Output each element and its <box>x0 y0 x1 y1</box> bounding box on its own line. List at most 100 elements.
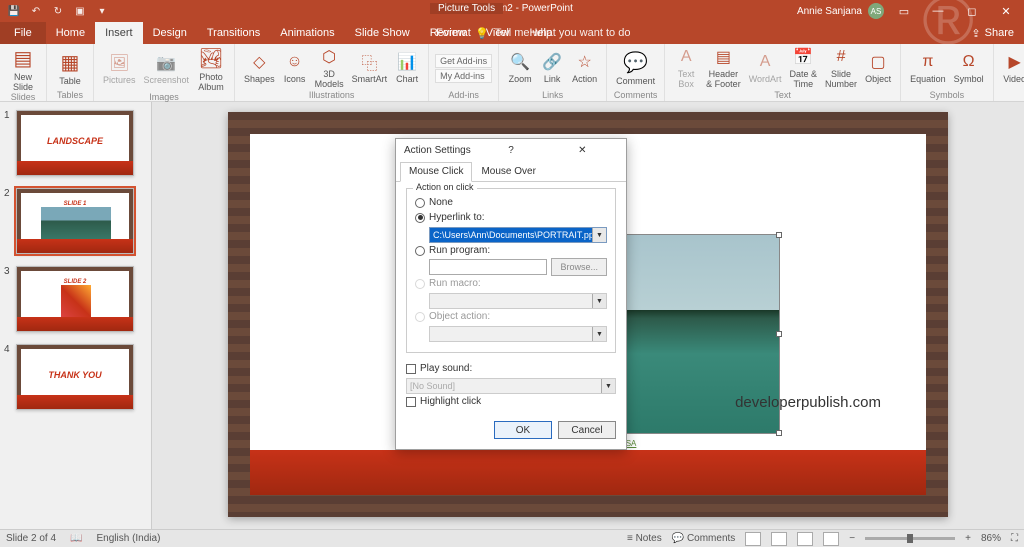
language-indicator[interactable]: English (India) <box>97 533 161 544</box>
equation-button[interactable]: πEquation <box>907 46 949 90</box>
thumb-title: THANK YOU <box>48 370 101 380</box>
group-links: Links <box>542 90 563 101</box>
spellcheck-icon[interactable]: 📖 <box>70 533 82 544</box>
chevron-down-icon[interactable]: ▼ <box>592 228 606 242</box>
slideshow-icon[interactable]: ▣ <box>74 5 86 17</box>
undo-icon[interactable]: ↶ <box>30 5 42 17</box>
tab-mouse-click[interactable]: Mouse Click <box>400 162 472 182</box>
slide-thumbnail-4[interactable]: THANK YOU <box>16 344 134 410</box>
browse-button[interactable]: Browse... <box>551 258 607 276</box>
tell-me[interactable]: 💡 Tell me what you want to do <box>475 27 630 40</box>
icons-button[interactable]: ☺Icons <box>280 46 310 90</box>
radio-icon[interactable] <box>415 198 425 208</box>
pictures-icon: 🖼 <box>109 53 129 73</box>
slide-thumbnail-2[interactable]: SLIDE 1 <box>16 188 134 254</box>
video-button[interactable]: ▶Video <box>1000 46 1024 90</box>
slider-thumb[interactable] <box>907 534 913 543</box>
sorter-view-icon[interactable] <box>771 532 787 546</box>
checkbox-icon[interactable] <box>406 397 416 407</box>
option-none[interactable]: None <box>415 195 607 210</box>
object-button[interactable]: ▢Object <box>862 46 894 90</box>
resize-handle[interactable] <box>776 430 782 436</box>
zoom-level[interactable]: 86% <box>981 533 1001 544</box>
resize-handle[interactable] <box>776 331 782 337</box>
zoom-button[interactable]: 🔍Zoom <box>505 46 535 90</box>
tab-insert[interactable]: Insert <box>95 22 143 44</box>
header-footer-button[interactable]: ▤Header & Footer <box>703 46 744 90</box>
my-addins-button[interactable]: My Add-ins <box>435 69 492 83</box>
tab-home[interactable]: Home <box>46 22 95 44</box>
thumb-title: LANDSCAPE <box>47 136 103 146</box>
slide-indicator[interactable]: Slide 2 of 4 <box>6 533 56 544</box>
tab-file[interactable]: File <box>0 22 46 44</box>
normal-view-icon[interactable] <box>745 532 761 546</box>
resize-handle[interactable] <box>776 232 782 238</box>
action-icon: ☆ <box>575 52 595 72</box>
option-run-program[interactable]: Run program: <box>415 243 607 258</box>
radio-icon[interactable] <box>415 213 425 223</box>
notes-button[interactable]: ≡ Notes <box>627 533 662 544</box>
action-button[interactable]: ☆Action <box>569 46 600 90</box>
zoom-slider[interactable] <box>865 537 955 540</box>
equation-icon: π <box>918 52 938 72</box>
ribbon-options-icon[interactable]: ▭ <box>890 0 918 22</box>
3d-models-button[interactable]: ⬡3D Models <box>312 46 347 90</box>
highlight-click-checkbox[interactable]: Highlight click <box>406 394 616 409</box>
qat-more-icon[interactable]: ▾ <box>96 5 108 17</box>
symbol-button[interactable]: ΩSymbol <box>951 46 987 90</box>
sound-combo: [No Sound]▼ <box>406 378 616 394</box>
wordart-button[interactable]: AWordArt <box>746 46 785 90</box>
slideshow-view-icon[interactable] <box>823 532 839 546</box>
dialog-titlebar[interactable]: Action Settings ? ✕ <box>396 139 626 162</box>
textbox-button[interactable]: AText Box <box>671 46 701 90</box>
tab-mouse-over[interactable]: Mouse Over <box>472 162 544 181</box>
link-button[interactable]: 🔗Link <box>537 46 567 90</box>
hyperlink-combo[interactable]: C:\Users\Ann\Documents\PORTRAIT.pptx#POR… <box>429 227 607 243</box>
new-slide-button[interactable]: ▤New Slide <box>6 46 40 92</box>
avatar[interactable]: AS <box>868 3 884 19</box>
help-icon[interactable]: ? <box>475 145 546 156</box>
slide-thumbnail-1[interactable]: LANDSCAPE <box>16 110 134 176</box>
tab-format[interactable]: Format <box>426 22 481 44</box>
radio-icon[interactable] <box>415 246 425 256</box>
table-button[interactable]: ▦Table <box>53 46 87 90</box>
cancel-button[interactable]: Cancel <box>558 421 616 439</box>
action-on-click-group: Action on click None Hyperlink to: C:\Us… <box>406 188 616 353</box>
tab-transitions[interactable]: Transitions <box>197 22 270 44</box>
smartart-button[interactable]: ⿻SmartArt <box>349 46 391 90</box>
user-name[interactable]: Annie Sanjana <box>797 6 862 17</box>
photo-album-button[interactable]: 🏞Photo Album <box>194 46 228 92</box>
symbol-icon: Ω <box>959 52 979 72</box>
datetime-button[interactable]: 📅Date & Time <box>787 46 821 90</box>
tab-animations[interactable]: Animations <box>270 22 344 44</box>
close-icon[interactable]: ✕ <box>547 145 618 156</box>
comments-button[interactable]: 💬 Comments <box>672 533 736 544</box>
comment-button[interactable]: 💬Comment <box>613 46 658 90</box>
tab-slideshow[interactable]: Slide Show <box>345 22 420 44</box>
close-icon[interactable]: ✕ <box>992 0 1020 22</box>
zoom-in-icon[interactable]: + <box>965 533 971 544</box>
save-icon[interactable]: 💾 <box>8 5 20 17</box>
shapes-button[interactable]: ◇Shapes <box>241 46 278 90</box>
minimize-icon[interactable]: — <box>924 0 952 22</box>
tab-design[interactable]: Design <box>143 22 197 44</box>
pictures-button[interactable]: 🖼Pictures <box>100 46 139 92</box>
slide-number-button[interactable]: #Slide Number <box>822 46 860 90</box>
get-addins-button[interactable]: Get Add-ins <box>435 54 492 68</box>
zoom-out-icon[interactable]: − <box>849 533 855 544</box>
maximize-icon[interactable]: ◻ <box>958 0 986 22</box>
checkbox-icon[interactable] <box>406 364 416 374</box>
fit-to-window-icon[interactable]: ⛶ <box>1011 533 1018 544</box>
share-button[interactable]: ⇪ Share <box>961 27 1024 40</box>
play-sound-checkbox[interactable]: Play sound: <box>406 361 616 376</box>
reading-view-icon[interactable] <box>797 532 813 546</box>
ok-button[interactable]: OK <box>494 421 552 439</box>
option-hyperlink[interactable]: Hyperlink to: <box>415 210 607 225</box>
redo-icon[interactable]: ↻ <box>52 5 64 17</box>
screenshot-button[interactable]: 📷Screenshot <box>141 46 193 92</box>
thumbnail-panel: 1 LANDSCAPE 2 SLIDE 1 3 SLIDE 2 4 THANK … <box>0 102 152 529</box>
slide-thumbnail-3[interactable]: SLIDE 2 <box>16 266 134 332</box>
ribbon-tabs: File Home Insert Design Transitions Anim… <box>0 22 1024 44</box>
chart-button[interactable]: 📊Chart <box>392 46 422 90</box>
run-program-input[interactable] <box>429 259 547 275</box>
